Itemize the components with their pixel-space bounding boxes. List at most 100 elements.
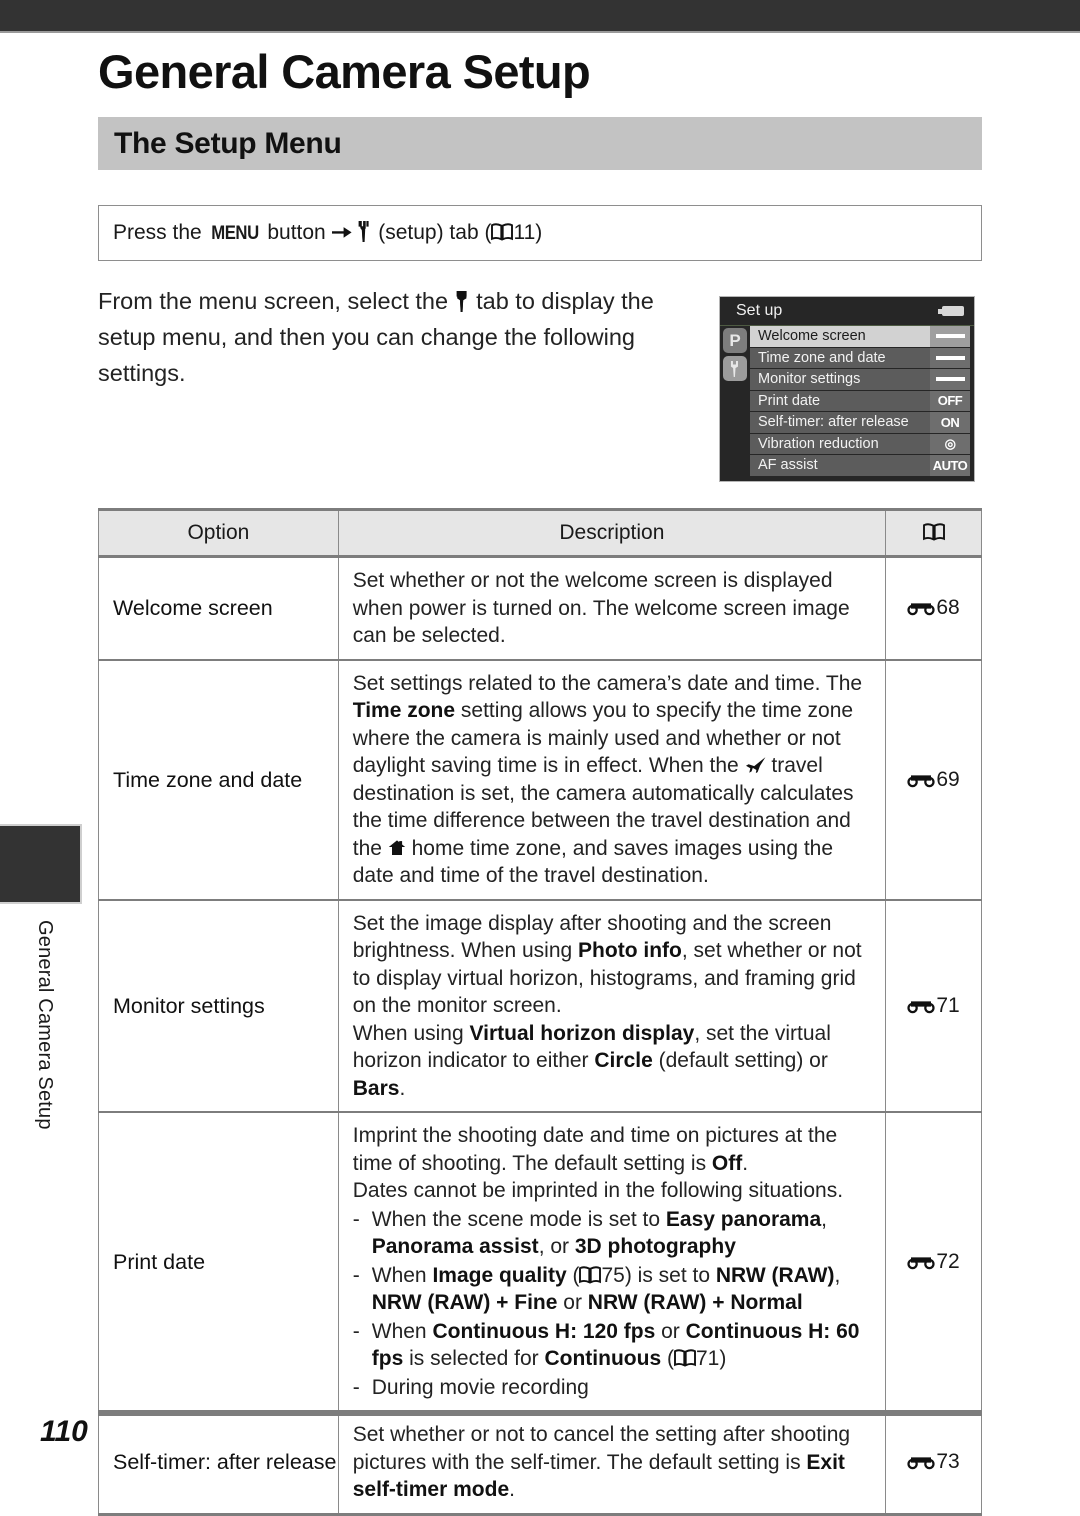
bullet-item: - During movie recording <box>353 1374 873 1402</box>
table-row: Print date Imprint the shooting date and… <box>98 1111 982 1412</box>
table-row: Self-timer: after release Set whether or… <box>98 1410 982 1516</box>
lcd-menu-item-time-zone-and-date[interactable]: Time zone and date <box>750 347 970 368</box>
description-text: Set settings related to the camera’s dat… <box>352 671 863 695</box>
lcd-menu-item-value: ON <box>930 412 970 433</box>
lcd-menu-item-monitor-settings[interactable]: Monitor settings <box>750 369 970 390</box>
extended-manual-icon <box>907 774 935 787</box>
instruction-close: ) <box>535 221 543 244</box>
instruction-box: Press the MENU button (setup) tab (11) <box>98 205 982 261</box>
wrench-icon <box>359 221 370 242</box>
option-description: Set the image display after shooting and… <box>337 898 887 1113</box>
lcd-shooting-mode-tab[interactable]: P <box>723 328 747 353</box>
extended-manual-icon <box>907 1457 935 1470</box>
bullet-text: When the scene mode is set to Easy panor… <box>371 1207 827 1259</box>
lcd-menu-item-value: AUTO <box>930 455 970 476</box>
description-text: . <box>399 1076 406 1100</box>
option-name: Monitor settings <box>98 898 339 1113</box>
bullet-text: During movie recording <box>371 1375 589 1399</box>
instruction-prefix: Press the <box>113 221 208 244</box>
extended-manual-icon <box>907 603 935 616</box>
page-ref: 75 <box>601 1263 625 1287</box>
description-text: (default setting) or <box>652 1049 828 1072</box>
lcd-menu-item-label: Welcome screen <box>758 328 866 345</box>
setup-menu-options-table: Option Description Welcome screen Set wh… <box>98 508 982 1516</box>
footer-rule <box>98 1412 982 1416</box>
bold-term: Continuous H: 120 fps <box>432 1319 656 1343</box>
bold-term: NRW (RAW) <box>715 1263 835 1287</box>
bullet-dash: - <box>352 1263 360 1287</box>
table-row: Welcome screen Set whether or not the we… <box>98 555 982 661</box>
description-text: Set whether or not to cancel the setting… <box>352 1423 851 1474</box>
column-header-reference <box>885 508 982 558</box>
section-heading-text: The Setup Menu <box>114 126 342 160</box>
reference-number: 73 <box>936 1450 960 1474</box>
reference-number: 69 <box>936 767 960 791</box>
vibration-reduction-icon: ◎ <box>944 435 956 451</box>
lcd-menu-item-self-timer-after-release[interactable]: Self-timer: after release ON <box>750 412 970 433</box>
option-name: Self-timer: after release <box>98 1410 339 1516</box>
bold-term: Panorama assist <box>371 1235 539 1258</box>
airplane-icon <box>745 757 765 774</box>
lcd-menu-item-value: OFF <box>930 390 970 411</box>
lcd-header: Set up <box>720 297 974 326</box>
bold-term: 3D photography <box>574 1235 736 1258</box>
book-icon <box>579 1265 602 1284</box>
lcd-menu-item-print-date[interactable]: Print date OFF <box>750 390 970 411</box>
bullet-dash: - <box>352 1319 360 1343</box>
instruction-suffix: (setup) tab ( <box>372 221 492 244</box>
lcd-menu-item-value <box>930 369 970 390</box>
lcd-menu-item-af-assist[interactable]: AF assist AUTO <box>750 455 970 476</box>
wrench-icon <box>730 360 738 377</box>
description-text: home time zone, and saves images using t… <box>352 836 834 888</box>
lcd-menu-item-welcome-screen[interactable]: Welcome screen <box>750 326 970 347</box>
instruction-page-ref: 11 <box>513 221 536 244</box>
book-icon <box>674 1349 696 1367</box>
reference-number: 72 <box>936 1249 960 1273</box>
description-text: Dates cannot be imprinted in the followi… <box>352 1179 844 1202</box>
dashes-icon <box>936 377 954 382</box>
bullet-text: When Continuous H: 120 fps or Continuous… <box>371 1319 860 1371</box>
home-icon <box>388 839 405 855</box>
bullet-item: - When Image quality (75) is set to NRW … <box>353 1262 873 1317</box>
wrench-icon <box>456 291 467 312</box>
page-top-bar <box>0 0 1080 33</box>
reference-page: 69 <box>885 658 982 901</box>
description-text: Set whether or not the welcome screen is… <box>352 569 850 647</box>
table-row: Monitor settings Set the image display a… <box>98 898 982 1113</box>
chapter-side-label: General Camera Setup <box>34 920 56 1130</box>
column-header-option: Option <box>98 508 339 558</box>
lcd-menu-item-vibration-reduction[interactable]: Vibration reduction ◎ <box>750 433 970 454</box>
instruction-text: Press the MENU button (setup) tab (11) <box>99 221 542 245</box>
section-heading-band: The Setup Menu <box>98 117 982 170</box>
lcd-body: P Welcome screen Time zone and date Moni… <box>720 326 974 477</box>
reference-number: 71 <box>936 993 960 1017</box>
lcd-setup-tab[interactable] <box>723 356 747 381</box>
book-icon <box>491 223 514 241</box>
table-header-row: Option Description <box>98 508 982 558</box>
reference-page: 68 <box>885 555 982 661</box>
reference-number: 68 <box>936 596 960 620</box>
dashes-icon <box>936 355 954 360</box>
book-icon <box>922 523 945 541</box>
lcd-menu-item-value <box>930 326 970 347</box>
dashes-icon <box>936 334 954 339</box>
column-header-description: Description <box>337 508 887 558</box>
description-bold-term: Virtual horizon display <box>469 1021 695 1045</box>
bullet-text: When Image quality (75) is set to NRW (R… <box>371 1263 841 1315</box>
instruction-middle: button <box>261 221 332 244</box>
lcd-menu-item-label: Print date <box>758 392 821 409</box>
description-text: When using <box>352 1021 470 1045</box>
option-name: Time zone and date <box>98 658 339 901</box>
battery-icon <box>938 306 964 316</box>
lcd-menu-item-label: Monitor settings <box>758 371 861 388</box>
description-text: Imprint the shooting date and time on pi… <box>352 1124 838 1175</box>
option-description: Set settings related to the camera’s dat… <box>337 658 887 901</box>
bold-term: Easy panorama <box>665 1207 822 1231</box>
bold-term: Continuous <box>544 1347 662 1370</box>
lcd-menu-item-value <box>930 347 970 368</box>
lcd-tab-strip: P <box>720 326 750 477</box>
right-arrow-icon <box>331 227 352 238</box>
bullet-dash: - <box>352 1207 360 1231</box>
option-description: Set whether or not the welcome screen is… <box>337 555 887 661</box>
bullet-dash: - <box>352 1375 360 1399</box>
